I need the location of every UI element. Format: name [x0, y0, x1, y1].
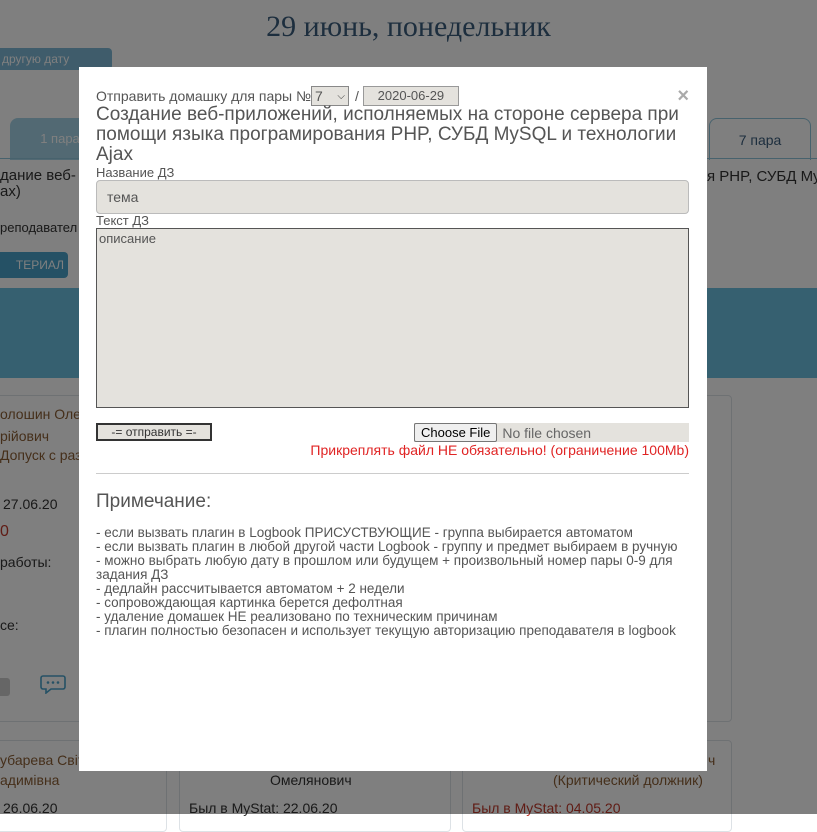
pair-row: Отправить домашку для пары № 7 ⌵ / 2020-…	[96, 86, 459, 106]
notes-list: - если вызвать плагин в Logbook ПРИСУСТВ…	[96, 526, 689, 638]
homework-modal: × Отправить домашку для пары № 7 ⌵ / 202…	[79, 67, 707, 771]
date-input[interactable]: 2020-06-29	[362, 86, 459, 106]
note-item: - плагин полностью безопасен и используе…	[96, 623, 676, 638]
note-item: - дедлайн рассчитывается автоматом + 2 н…	[96, 581, 405, 596]
close-icon[interactable]: ×	[677, 86, 689, 106]
note-item: - сопровождающая картинка берется дефолт…	[96, 595, 403, 610]
pair-number-select[interactable]: 7 ⌵	[311, 86, 350, 106]
file-input[interactable]: Choose File No file chosen	[414, 423, 689, 442]
topic-input[interactable]: тема	[96, 180, 689, 214]
send-button[interactable]: -= отправить =-	[96, 423, 212, 441]
date-separator: /	[355, 88, 359, 104]
note-item: - если вызвать плагин в любой другой час…	[96, 539, 678, 554]
text-textarea[interactable]: описание	[96, 228, 689, 408]
file-status: No file chosen	[502, 424, 592, 441]
note-item: - можно выбрать любую дату в прошлом или…	[96, 553, 673, 582]
pair-number-value: 7	[315, 88, 323, 104]
chevron-down-icon: ⌵	[337, 90, 346, 102]
choose-file-button[interactable]: Choose File	[414, 423, 498, 442]
subject-title: Создание веб-приложений, исполняемых на …	[96, 104, 679, 165]
text-label: Текст ДЗ	[96, 213, 149, 228]
send-homework-label: Отправить домашку для пары №	[96, 88, 312, 104]
topic-label: Название ДЗ	[96, 165, 175, 180]
note-title: Примечание:	[96, 491, 212, 512]
note-item: - если вызвать плагин в Logbook ПРИСУСТВ…	[96, 525, 633, 540]
divider	[96, 473, 689, 474]
file-warning: Прикреплять файл НЕ обязательно! (ограни…	[310, 442, 689, 458]
note-item: - удаление домашек НЕ реализовано по тех…	[96, 609, 498, 624]
